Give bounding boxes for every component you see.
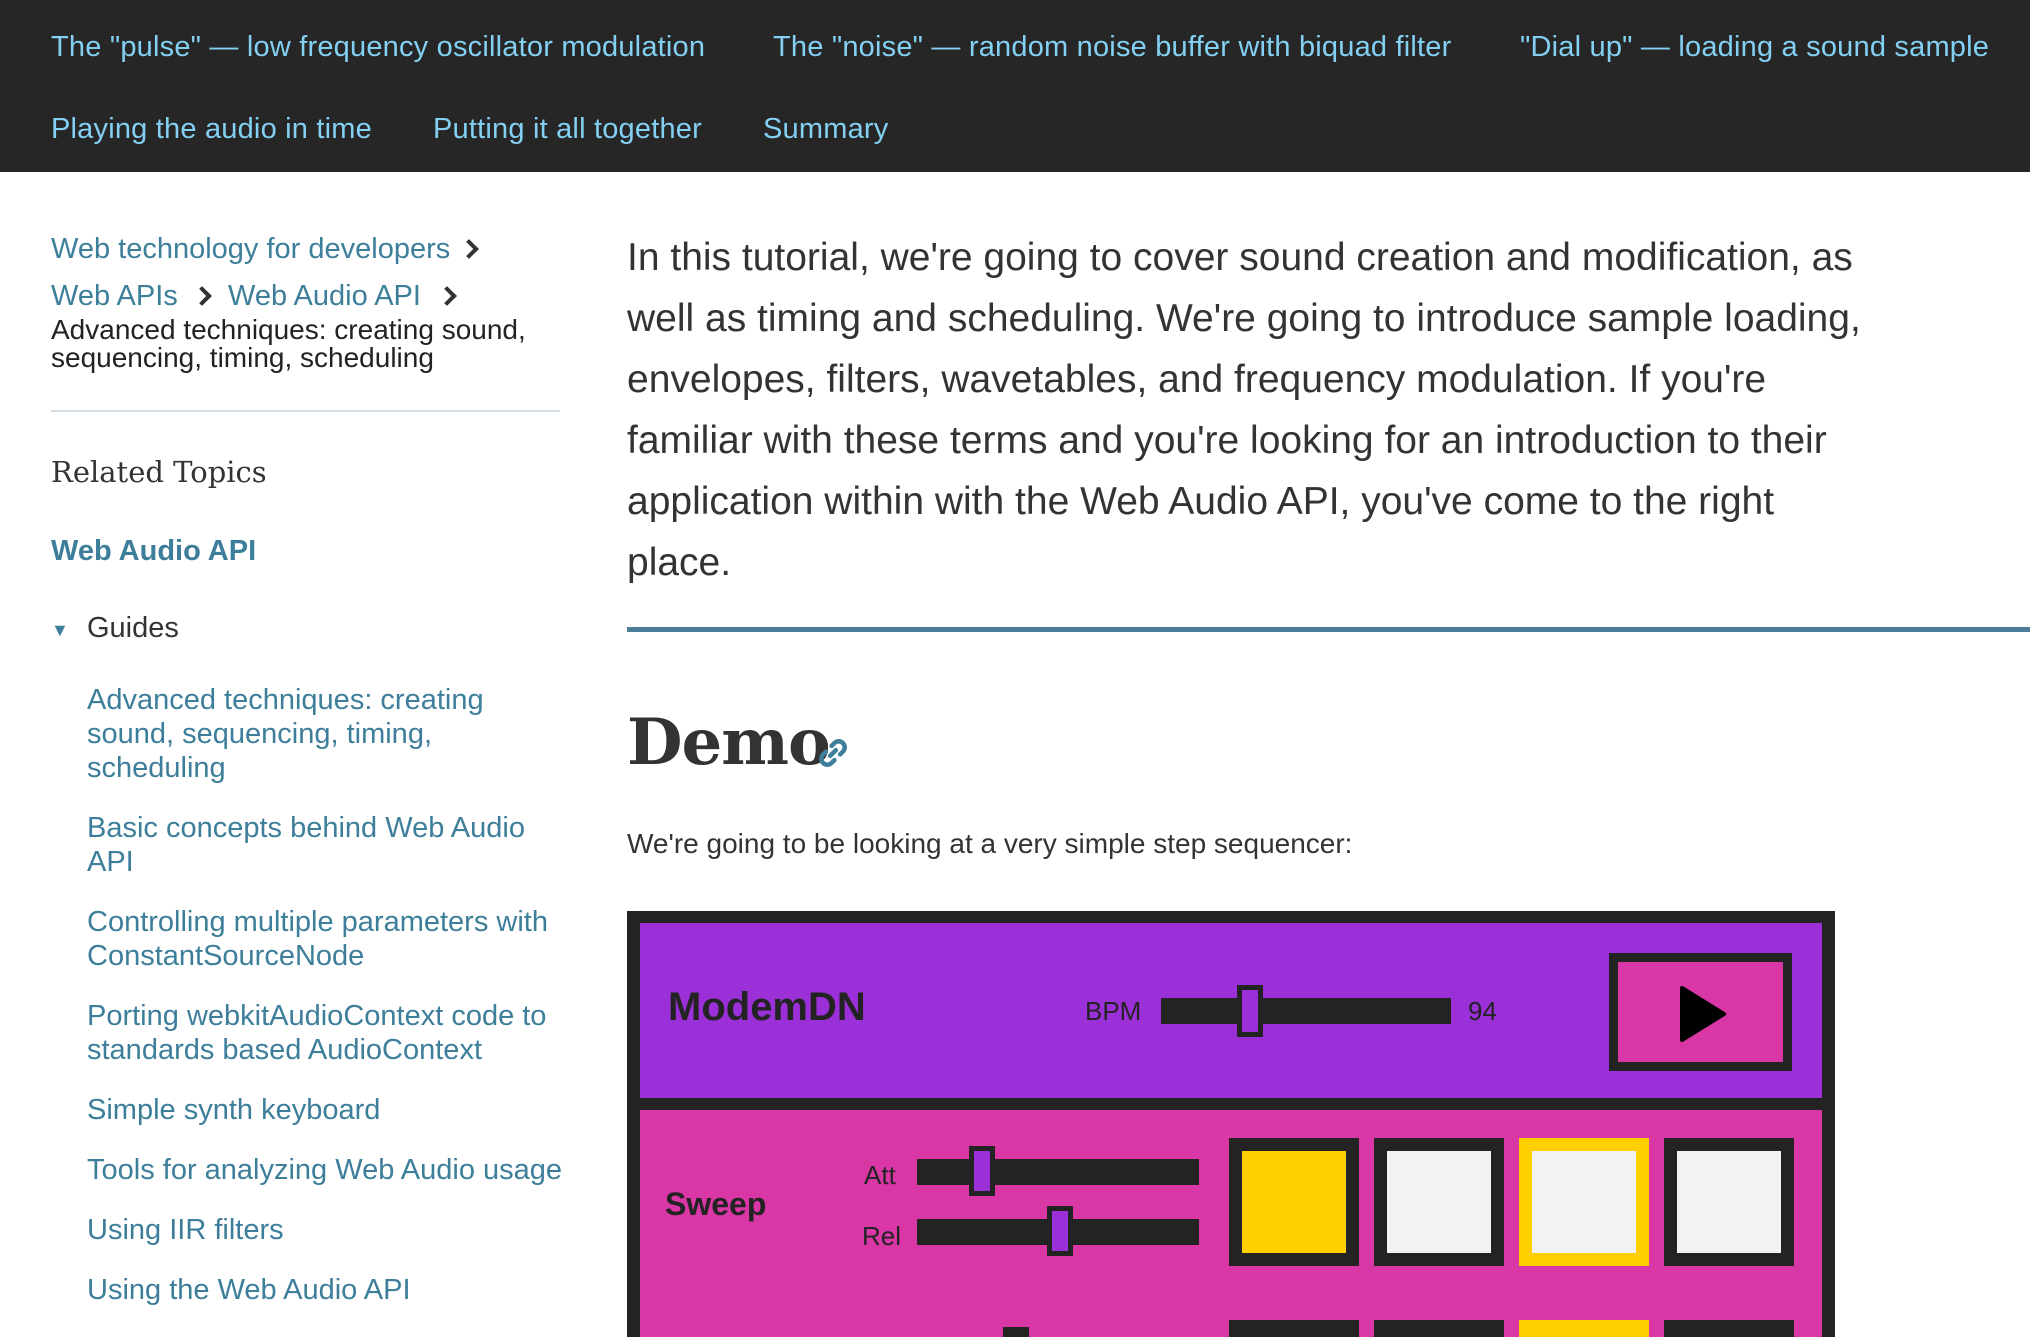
breadcrumb-web-audio-api[interactable]: Web Audio API bbox=[228, 280, 421, 313]
bpm-slider[interactable] bbox=[1161, 998, 1451, 1024]
sidebar-item-constant-source-node[interactable]: Controlling multiple parameters with Con… bbox=[87, 905, 567, 973]
section-divider bbox=[627, 627, 2030, 632]
demo-heading: Demo bbox=[627, 705, 831, 780]
related-topics-heading: Related Topics bbox=[51, 455, 267, 489]
sidebar-item-basic-concepts[interactable]: Basic concepts behind Web Audio API bbox=[87, 811, 567, 879]
sidebar-item-using-web-audio[interactable]: Using the Web Audio API bbox=[87, 1273, 567, 1307]
sidebar-item-porting-webkit[interactable]: Porting webkitAudioContext code to stand… bbox=[87, 999, 567, 1067]
toc-link-summary[interactable]: Summary bbox=[763, 113, 888, 146]
sidebar-link-web-audio-api[interactable]: Web Audio API bbox=[51, 535, 256, 568]
step-pad-row2-1[interactable] bbox=[1229, 1320, 1359, 1337]
toc-link-putting-together[interactable]: Putting it all together bbox=[433, 113, 702, 146]
step-pad-2[interactable] bbox=[1374, 1138, 1504, 1266]
bpm-value: 94 bbox=[1468, 996, 1497, 1026]
sidebar-divider bbox=[51, 410, 560, 412]
intro-paragraph: In this tutorial, we're going to cover s… bbox=[627, 236, 1861, 584]
toc-link-playing-in-time[interactable]: Playing the audio in time bbox=[51, 113, 372, 146]
expand-triangle-icon[interactable]: ▼ bbox=[51, 620, 69, 641]
attack-label: Att bbox=[864, 1160, 896, 1190]
release-slider-thumb[interactable] bbox=[1047, 1206, 1073, 1256]
chevron-right-icon bbox=[459, 239, 479, 259]
link-icon[interactable] bbox=[816, 736, 850, 770]
step-pad-3[interactable] bbox=[1519, 1138, 1649, 1266]
bpm-slider-thumb[interactable] bbox=[1237, 985, 1263, 1037]
bpm-label: BPM bbox=[1085, 996, 1142, 1026]
sidebar-item-simple-synth[interactable]: Simple synth keyboard bbox=[87, 1093, 567, 1127]
demo-description: We're going to be looking at a very simp… bbox=[627, 828, 1353, 859]
guides-section-toggle[interactable]: Guides bbox=[87, 612, 179, 645]
attack-slider-thumb[interactable] bbox=[969, 1146, 995, 1196]
chevron-right-icon bbox=[437, 286, 457, 306]
attack-slider[interactable] bbox=[917, 1159, 1199, 1185]
toc-link-dial-up[interactable]: "Dial up" — loading a sound sample bbox=[1520, 31, 1989, 64]
breadcrumb-current-page: Advanced techniques: creating sound, seq… bbox=[51, 314, 526, 373]
breadcrumb-web-apis[interactable]: Web APIs bbox=[51, 280, 178, 313]
toc-bar: The "pulse" — low frequency oscillator m… bbox=[0, 0, 2030, 172]
sweep-track-label: Sweep bbox=[665, 1186, 767, 1222]
breadcrumb-web-technology[interactable]: Web technology for developers bbox=[51, 233, 450, 266]
sidebar-item-iir-filters[interactable]: Using IIR filters bbox=[87, 1213, 567, 1247]
step-pad-4[interactable] bbox=[1664, 1138, 1794, 1266]
release-label: Rel bbox=[862, 1221, 902, 1251]
sidebar-item-tools-analyzing[interactable]: Tools for analyzing Web Audio usage bbox=[87, 1153, 607, 1187]
play-icon bbox=[1680, 986, 1726, 1042]
sequencer-title: ModemDN bbox=[668, 985, 866, 1029]
slider-thumb-row2[interactable] bbox=[1003, 1327, 1029, 1337]
step-pad-1[interactable] bbox=[1229, 1138, 1359, 1266]
toc-link-noise[interactable]: The "noise" — random noise buffer with b… bbox=[773, 31, 1451, 64]
step-pad-row2-3[interactable] bbox=[1519, 1320, 1649, 1337]
toc-link-pulse[interactable]: The "pulse" — low frequency oscillator m… bbox=[51, 31, 705, 64]
sidebar-item-advanced-techniques[interactable]: Advanced techniques: creating sound, seq… bbox=[87, 683, 567, 785]
play-button[interactable] bbox=[1609, 953, 1792, 1071]
chevron-right-icon bbox=[192, 286, 212, 306]
step-pad-row2-4[interactable] bbox=[1664, 1320, 1794, 1337]
step-pad-row2-2[interactable] bbox=[1374, 1320, 1504, 1337]
